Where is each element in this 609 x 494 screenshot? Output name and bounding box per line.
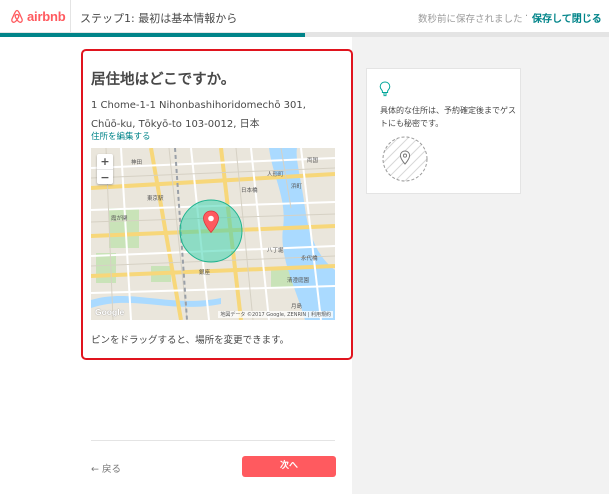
svg-text:霞が関: 霞が関: [111, 214, 128, 222]
top-header: airbnb ステップ1: 最初は基本情報から 数秒前に保存されました · 保存…: [0, 0, 609, 33]
edit-address-link[interactable]: 住所を編集する: [91, 130, 151, 142]
svg-text:清澄庭園: 清澄庭園: [287, 276, 310, 284]
header-divider: [70, 0, 71, 33]
step-title: ステップ1: 最初は基本情報から: [80, 12, 238, 25]
zoom-out-button[interactable]: −: [97, 169, 113, 184]
svg-text:神田: 神田: [131, 158, 142, 166]
airbnb-logo-text: airbnb: [27, 9, 66, 24]
svg-text:銀座: 銀座: [199, 268, 211, 276]
svg-text:浜町: 浜町: [291, 182, 303, 190]
page-title: 居住地はどこですか。: [91, 72, 236, 88]
airbnb-logo-icon: [11, 9, 23, 23]
svg-text:東京駅: 東京駅: [147, 194, 164, 202]
svg-text:日本橋: 日本橋: [241, 186, 258, 194]
drag-hint-text: ピンをドラッグすると、場所を変更できます。: [91, 335, 290, 346]
save-and-close-link[interactable]: 保存して閉じる: [532, 10, 602, 25]
svg-text:両国: 両国: [307, 157, 319, 164]
zoom-in-button[interactable]: +: [97, 154, 113, 169]
saved-status: 数秒前に保存されました: [418, 14, 523, 25]
svg-text:永代橋: 永代橋: [301, 254, 318, 262]
lightbulb-icon: [379, 81, 391, 97]
tip-text: 具体的な住所は、予約確定後までゲストにも秘密です。: [380, 106, 516, 128]
svg-text:月島: 月島: [291, 302, 303, 310]
address-line-2: Chūō-ku, Tōkyō-to 103-0012, 日本: [91, 119, 260, 130]
location-map[interactable]: 神田 日本橋 東京駅 銀座 霞が関 八丁堀 浜町 清澄庭園 永代橋 人形町 両国…: [91, 148, 335, 320]
map-attribution[interactable]: 地図データ ©2017 Google, ZENRIN | 利用規約: [218, 311, 333, 318]
footer-divider: [91, 440, 335, 441]
airbnb-logo[interactable]: airbnb: [10, 9, 66, 24]
location-pin-icon[interactable]: [202, 210, 220, 234]
back-link[interactable]: ← 戻る: [91, 461, 121, 475]
svg-text:八丁堀: 八丁堀: [267, 246, 284, 254]
map-zoom-control: + −: [97, 154, 113, 184]
tip-card: 具体的な住所は、予約確定後までゲストにも秘密です。: [366, 68, 521, 194]
address-line-1: 1 Chome-1-1 Nihonbashihoridomechō 301,: [91, 100, 306, 111]
status-separator: ·: [525, 11, 529, 22]
privacy-map-circle-icon: [382, 136, 428, 182]
svg-text:人形町: 人形町: [267, 170, 284, 178]
next-button[interactable]: 次へ: [242, 456, 336, 477]
google-logo: Google: [95, 307, 125, 317]
map-canvas: 神田 日本橋 東京駅 銀座 霞が関 八丁堀 浜町 清澄庭園 永代橋 人形町 両国…: [91, 148, 335, 320]
